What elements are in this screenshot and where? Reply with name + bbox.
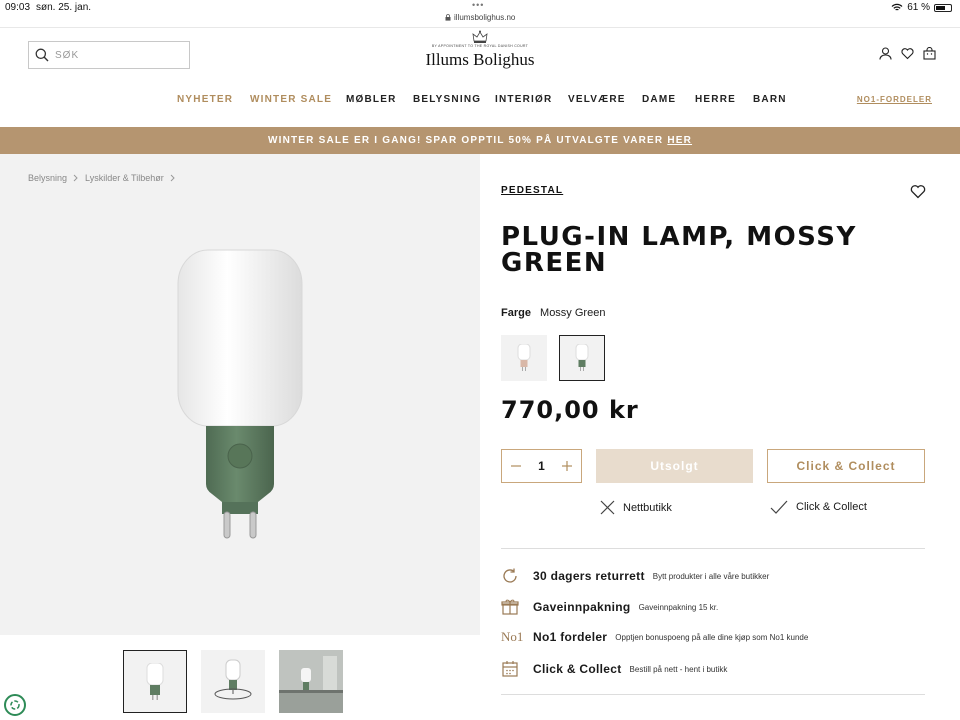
swatch-lamp-image [575,344,589,371]
thumb-lamp-stand-image [214,659,252,699]
click-collect-button[interactable]: Click & Collect [767,449,925,483]
nav-item-barn[interactable]: BARN [753,94,787,105]
swatch-variant-mossy-green[interactable] [559,335,605,381]
add-to-wishlist-heart-icon[interactable] [910,184,926,199]
battery-percent: 61 % [907,2,930,13]
banner-link[interactable]: HER [667,135,692,146]
benefit-title: 30 dagers returrett [533,569,645,583]
search-input[interactable] [55,49,175,61]
nav-item-interior[interactable]: INTERIØR [495,94,552,105]
swatch-variant-1[interactable] [501,335,547,381]
brand-link[interactable]: PEDESTAL [501,185,563,196]
benefit-desc: Bytt produkter i alle våre butikker [652,571,770,581]
availability-click-collect: Click & Collect [770,500,867,514]
benefit-returns: 30 dagers returrett Bytt produkter i all… [501,567,769,585]
nav-item-belysning[interactable]: BELYSNING [413,94,481,105]
battery-icon [934,3,952,12]
nav-item-velvaere[interactable]: VELVÆRE [568,94,626,105]
nav-item-herre[interactable]: HERRE [695,94,736,105]
chevron-right-icon [73,174,78,182]
breadcrumb-item-belysning[interactable]: Belysning [28,173,67,183]
lock-icon [445,14,451,21]
product-title: PLUG-IN LAMP, MOSSY GREEN [501,222,857,278]
recycle-icon [10,700,20,710]
quantity-value[interactable]: 1 [538,459,545,473]
sale-banner: WINTER SALE ER I GANG! SPAR OPPTIL 50% P… [0,127,960,154]
status-date: søn. 25. jan. [36,2,92,13]
plus-icon[interactable] [561,460,573,472]
banner-text: WINTER SALE ER I GANG! SPAR OPPTIL 50% P… [267,135,664,146]
benefit-gift-wrap: Gaveinnpakning Gaveinnpakning 15 kr. [501,598,718,616]
color-label: Farge [501,307,531,319]
search-icon [35,48,49,62]
status-bar: 09:03 søn. 25. jan. ••• illumsbolighus.n… [0,0,960,28]
crest-text: BY APPOINTMENT TO THE ROYAL DANISH COURT [431,44,529,48]
sold-out-button[interactable]: Utsolgt [596,449,753,483]
calendar-icon [501,660,525,678]
benefit-title: Click & Collect [533,662,622,676]
benefit-desc: Opptjen bonuspoeng på alle dine kjøp som… [615,632,809,642]
color-swatches [501,335,605,381]
thumb-room-image [279,650,343,713]
thumbnail-1[interactable] [123,650,187,713]
product-price: 770,00 kr [501,396,639,424]
availability-online: Nettbutikk [600,500,672,515]
breadcrumb: Belysning Lyskilder & Tilbehør [28,173,176,183]
benefit-desc: Bestill på nett - hent i butikk [629,664,728,674]
wishlist-heart-icon[interactable] [901,47,914,60]
logo-name: Illums Bolighus [425,50,535,69]
thumbnail-3[interactable] [279,650,343,713]
royal-crest-icon [472,30,488,43]
user-icon[interactable] [879,47,892,60]
wifi-icon [891,3,903,11]
nav-item-nyheter[interactable]: NYHETER [177,94,233,105]
logo[interactable]: BY APPOINTMENT TO THE ROYAL DANISH COURT… [420,30,540,70]
thumb-lamp-image [146,662,164,700]
main-nav: NYHETER WINTER SALE MØBLER BELYSNING INT… [0,94,960,108]
quantity-stepper: 1 [501,449,582,483]
divider [501,548,925,549]
benefit-no1: No1 No1 fordeler Opptjen bonuspoeng på a… [501,629,808,645]
product-gallery: Belysning Lyskilder & Tilbehør [0,154,480,635]
benefit-click-collect: Click & Collect Bestill på nett - hent i… [501,660,727,678]
availability-online-label: Nettbutikk [623,501,672,514]
thumbnail-strip [123,650,343,713]
color-row: Farge Mossy Green [501,307,605,319]
status-time: 09:03 [5,2,31,13]
benefit-title: Gaveinnpakning [533,600,631,614]
divider [501,694,925,695]
nav-item-dame[interactable]: DAME [642,94,676,105]
cookie-settings-button[interactable] [4,694,26,716]
chevron-right-icon [170,174,175,182]
thumbnail-2[interactable] [201,650,265,713]
checkmark-icon [770,500,788,514]
url-text: illumsbolighus.no [454,13,516,22]
swatch-lamp-image [517,344,531,371]
no1-icon: No1 [501,629,524,644]
status-right: 61 % [891,2,952,13]
gift-icon [501,598,525,616]
benefit-desc: Gaveinnpakning 15 kr. [638,602,719,612]
header-icons [879,47,936,60]
availability-cc-label: Click & Collect [796,501,867,513]
search-box[interactable] [28,41,190,69]
no1-benefits-link[interactable]: NO1-FORDELER [857,95,932,104]
cart-bag-icon[interactable] [923,47,936,60]
benefit-title: No1 fordeler [533,630,608,644]
product-image[interactable] [168,244,313,544]
breadcrumb-item-lyskilder[interactable]: Lyskilder & Tilbehør [85,173,164,183]
refresh-icon [501,567,525,585]
minus-icon[interactable] [510,460,522,472]
url-bar[interactable]: illumsbolighus.no [445,13,515,22]
nav-item-winter-sale[interactable]: WINTER SALE [250,94,332,105]
color-value: Mossy Green [540,307,606,319]
nav-item-mobler[interactable]: MØBLER [346,94,397,105]
multitask-dots[interactable]: ••• [472,0,484,10]
cross-icon [600,500,615,515]
